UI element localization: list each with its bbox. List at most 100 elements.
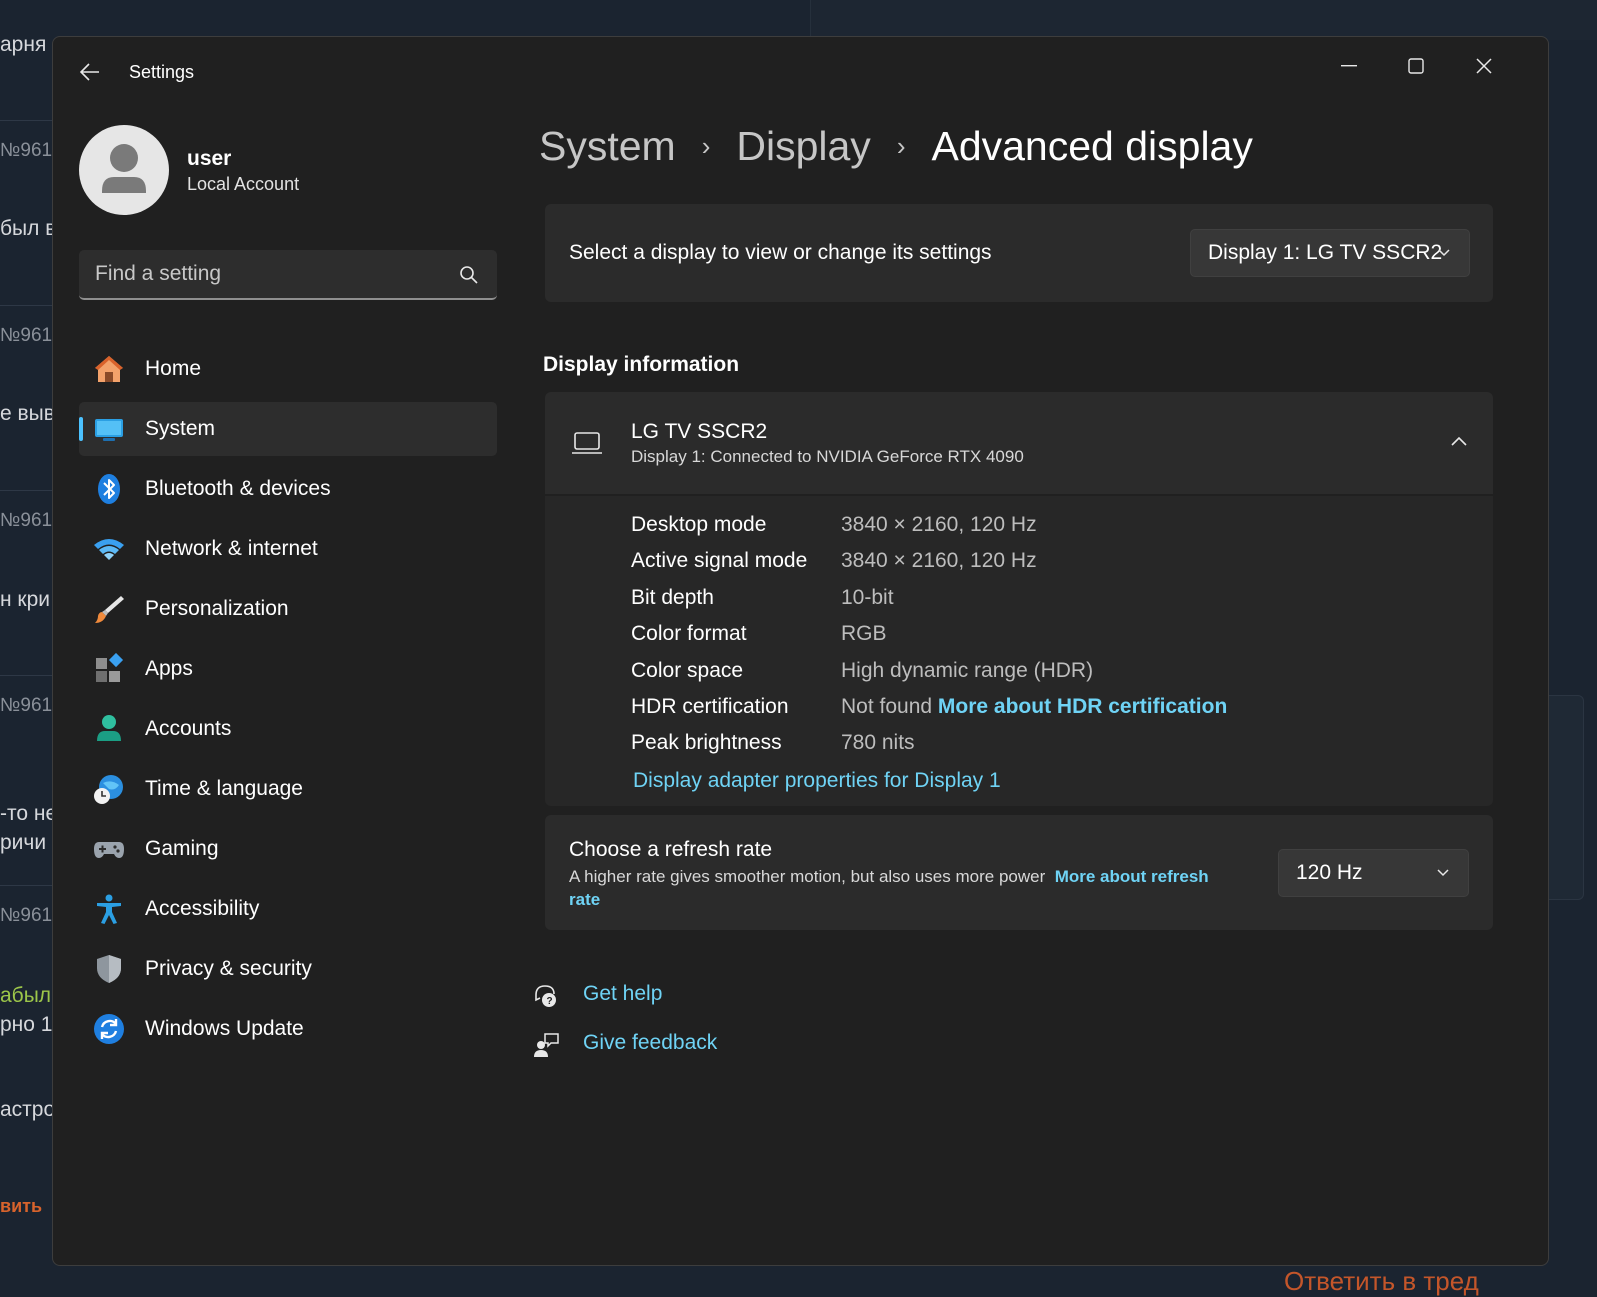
sidebar-item-label: Time & language xyxy=(145,777,303,800)
sidebar-item-accounts[interactable]: Accounts xyxy=(79,702,497,756)
user-avatar-icon xyxy=(102,144,146,193)
display-info-details: Desktop mode 3840 × 2160, 120 Hz Active … xyxy=(545,496,1493,806)
gamepad-icon xyxy=(94,842,124,858)
background-divider xyxy=(0,120,52,121)
chevron-up-icon[interactable] xyxy=(1447,430,1471,454)
background-link[interactable]: вить xyxy=(0,1196,42,1217)
sidebar-item-privacy[interactable]: Privacy & security xyxy=(79,942,497,996)
background-text: абыл xyxy=(0,984,52,1007)
breadcrumb-system[interactable]: System xyxy=(539,123,676,170)
display-select-card: Select a display to view or change its s… xyxy=(545,204,1493,302)
sidebar-item-label: Accessibility xyxy=(145,897,260,920)
sidebar-item-windows-update[interactable]: Windows Update xyxy=(79,1002,497,1056)
background-text: -то не xyxy=(0,802,58,825)
accounts-icon xyxy=(97,715,121,741)
minimize-button[interactable] xyxy=(1318,43,1380,89)
sidebar-item-label: Apps xyxy=(145,657,193,680)
sidebar-item-label: Accounts xyxy=(145,717,232,740)
sidebar-item-apps[interactable]: Apps xyxy=(79,642,497,696)
info-key: Active signal mode xyxy=(631,549,808,572)
maximize-button[interactable] xyxy=(1385,43,1447,89)
section-title: Display information xyxy=(543,353,740,376)
info-value: RGB xyxy=(841,622,887,645)
close-button[interactable] xyxy=(1453,43,1515,89)
back-button[interactable] xyxy=(73,55,107,89)
back-arrow-icon xyxy=(80,63,99,81)
sidebar-item-system[interactable]: System xyxy=(79,402,497,456)
title-bar: Settings xyxy=(53,37,1548,109)
display-adapter-properties-link[interactable]: Display adapter properties for Display 1 xyxy=(633,769,1001,799)
search-icon[interactable] xyxy=(459,265,479,285)
minimize-icon xyxy=(1341,65,1357,67)
info-key: Color format xyxy=(631,622,747,645)
help-icon: ? xyxy=(535,985,556,1007)
give-feedback-link[interactable]: Give feedback xyxy=(583,1031,717,1055)
system-icon xyxy=(95,419,123,441)
sidebar-item-label: Bluetooth & devices xyxy=(145,477,331,500)
background-text: ричи xyxy=(0,831,47,854)
sidebar-item-network[interactable]: Network & internet xyxy=(79,522,497,576)
info-value: Not found More about HDR certification xyxy=(841,695,1227,719)
refresh-rate-dropdown[interactable]: 120 Hz xyxy=(1278,849,1469,897)
sidebar-item-label: Home xyxy=(145,357,202,380)
sidebar-item-home[interactable]: Home xyxy=(79,342,497,396)
display-info-header[interactable]: LG TV SSCR2 Display 1: Connected to NVID… xyxy=(545,392,1493,494)
feedback-icon xyxy=(534,1033,559,1057)
display-select-label: Select a display to view or change its s… xyxy=(569,241,992,264)
info-value: 3840 × 2160, 120 Hz xyxy=(841,549,1037,572)
refresh-rate-description-text: A higher rate gives smoother motion, but… xyxy=(569,867,1046,886)
info-value: 10-bit xyxy=(841,586,894,609)
background-text: е выв xyxy=(0,402,55,425)
search-input[interactable] xyxy=(79,250,497,298)
breadcrumb-separator: › xyxy=(896,131,906,161)
laptop-icon xyxy=(572,432,602,454)
update-icon xyxy=(94,1014,124,1044)
display-select-value: Display 1: LG TV SSCR2 xyxy=(1208,241,1443,264)
background-card xyxy=(1544,695,1584,900)
chevron-down-icon xyxy=(1438,249,1450,257)
info-key: Color space xyxy=(631,659,744,682)
settings-window: Settings user Local Account Find a setti… xyxy=(52,36,1549,1266)
account-type: Local Account xyxy=(187,174,300,194)
info-key: Peak brightness xyxy=(631,731,782,754)
info-value: 3840 × 2160, 120 Hz xyxy=(841,513,1037,536)
info-key: Bit depth xyxy=(631,586,714,609)
avatar[interactable] xyxy=(79,125,169,215)
sidebar-item-label: Windows Update xyxy=(145,1017,304,1040)
get-help-link[interactable]: Get help xyxy=(583,982,662,1006)
info-value: 780 nits xyxy=(841,731,915,754)
monitor-connection: Display 1: Connected to NVIDIA GeForce R… xyxy=(631,447,1024,466)
sidebar-item-label: Personalization xyxy=(145,597,289,620)
sidebar-item-accessibility[interactable]: Accessibility xyxy=(79,882,497,936)
sidebar-item-label: Network & internet xyxy=(145,537,318,560)
refresh-rate-card: Choose a refresh rate A higher rate give… xyxy=(545,815,1493,930)
bluetooth-icon xyxy=(98,474,120,504)
reply-thread-link[interactable]: Ответить в тред xyxy=(1284,1266,1479,1297)
hdr-certification-link[interactable]: More about HDR certification xyxy=(938,695,1227,718)
sidebar-item-label: Privacy & security xyxy=(145,957,312,980)
breadcrumb-display[interactable]: Display xyxy=(736,123,870,170)
sidebar-item-time-language[interactable]: Time & language xyxy=(79,762,497,816)
apps-icon xyxy=(96,653,124,682)
sidebar-item-label: System xyxy=(145,417,216,440)
refresh-rate-link-continued[interactable]: rate xyxy=(569,890,600,909)
background-text: астро xyxy=(0,1098,56,1121)
refresh-rate-link[interactable]: More about refresh xyxy=(1055,867,1209,886)
background-page-header xyxy=(810,0,1597,40)
refresh-rate-value: 120 Hz xyxy=(1296,861,1363,884)
accessibility-icon xyxy=(97,894,121,924)
sidebar-item-personalization[interactable]: Personalization xyxy=(79,582,497,636)
background-text: был в xyxy=(0,217,57,240)
sidebar-item-bluetooth[interactable]: Bluetooth & devices xyxy=(79,462,497,516)
background-text: рно 1 xyxy=(0,1013,53,1036)
shield-icon xyxy=(97,955,121,983)
background-text: арня xyxy=(0,33,47,56)
refresh-rate-description: A higher rate gives smoother motion, but… xyxy=(569,865,1269,911)
sidebar-item-gaming[interactable]: Gaming xyxy=(79,822,497,876)
display-select-dropdown[interactable]: Display 1: LG TV SSCR2 xyxy=(1190,229,1470,277)
monitor-name: LG TV SSCR2 xyxy=(631,420,768,443)
svg-text:?: ? xyxy=(547,996,553,1007)
search-box xyxy=(79,250,497,300)
breadcrumb-separator: › xyxy=(701,131,711,161)
background-divider xyxy=(0,885,52,886)
